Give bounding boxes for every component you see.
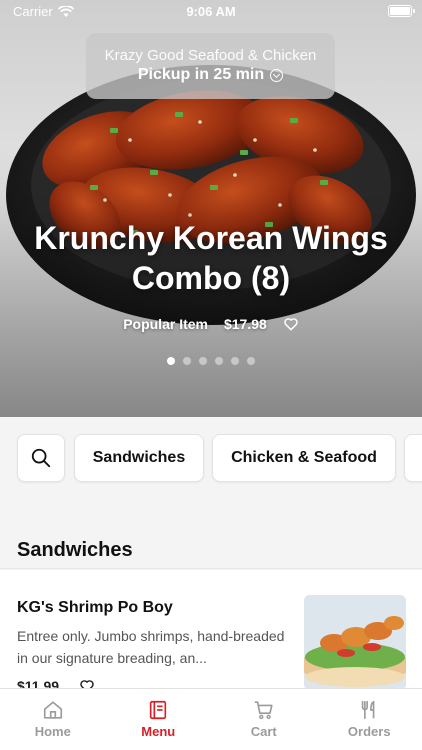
tab-cart-label: Cart <box>250 724 277 739</box>
bottom-tab-bar: Home Menu Cart Orders <box>0 688 422 750</box>
section-title: Sandwiches <box>17 539 133 561</box>
category-chip-sandwiches[interactable]: Sandwiches <box>74 434 204 482</box>
battery-icon <box>388 5 415 17</box>
chevron-down-icon <box>270 68 284 82</box>
category-chip-more[interactable] <box>404 434 422 482</box>
search-button[interactable] <box>17 434 65 482</box>
store-name: Krazy Good Seafood & Chicken <box>104 47 317 64</box>
menu-item-card[interactable]: KG's Shrimp Po Boy Entree only. Jumbo sh… <box>0 570 422 694</box>
carousel-dot[interactable] <box>215 357 223 365</box>
tab-menu-label: Menu <box>141 724 176 739</box>
home-icon <box>43 701 62 719</box>
tab-orders[interactable]: Orders <box>317 689 422 750</box>
cart-icon <box>254 701 273 720</box>
carousel-dot[interactable] <box>167 357 175 365</box>
carousel-dot[interactable] <box>247 357 255 365</box>
tab-home-label: Home <box>34 724 71 739</box>
featured-item-meta: Popular Item $17.98 <box>0 316 422 332</box>
clock: 9:06 AM <box>186 4 236 19</box>
menu-item-name: KG's Shrimp Po Boy <box>17 599 173 616</box>
popular-badge: Popular Item <box>123 316 208 332</box>
search-icon <box>31 448 51 468</box>
status-bar: Carrier 9:06 AM <box>0 0 422 24</box>
carousel-dots <box>0 357 422 365</box>
category-chip-chicken-seafood[interactable]: Chicken & Seafood <box>212 434 396 482</box>
hero-banner[interactable]: Carrier 9:06 AM Krazy Good Seafood & Chi… <box>0 0 422 417</box>
menu-icon <box>150 700 167 720</box>
featured-price: $17.98 <box>223 316 267 332</box>
tab-orders-label: Orders <box>347 724 391 739</box>
carousel-dot[interactable] <box>199 357 207 365</box>
tab-menu[interactable]: Menu <box>106 689 212 750</box>
store-selector[interactable]: Krazy Good Seafood & Chicken Pickup in 2… <box>86 33 335 99</box>
menu-item-image <box>304 595 406 690</box>
pickup-label: Pickup in 25 min <box>137 66 265 83</box>
fork-knife-icon <box>362 700 375 720</box>
carousel-dot[interactable] <box>231 357 239 365</box>
heart-icon[interactable] <box>283 316 299 332</box>
featured-item-title: Krunchy Korean Wings Combo (8) <box>34 220 388 296</box>
section-header: Sandwiches <box>0 523 422 569</box>
category-bar: Sandwiches Chicken & Seafood <box>0 417 422 499</box>
menu-item-description: Entree only. Jumbo shrimps, hand-breaded… <box>17 628 285 666</box>
tab-cart[interactable]: Cart <box>211 689 317 750</box>
tab-home[interactable]: Home <box>0 689 106 750</box>
pickup-time: Pickup in 25 min <box>86 66 335 84</box>
carousel-dot[interactable] <box>183 357 191 365</box>
